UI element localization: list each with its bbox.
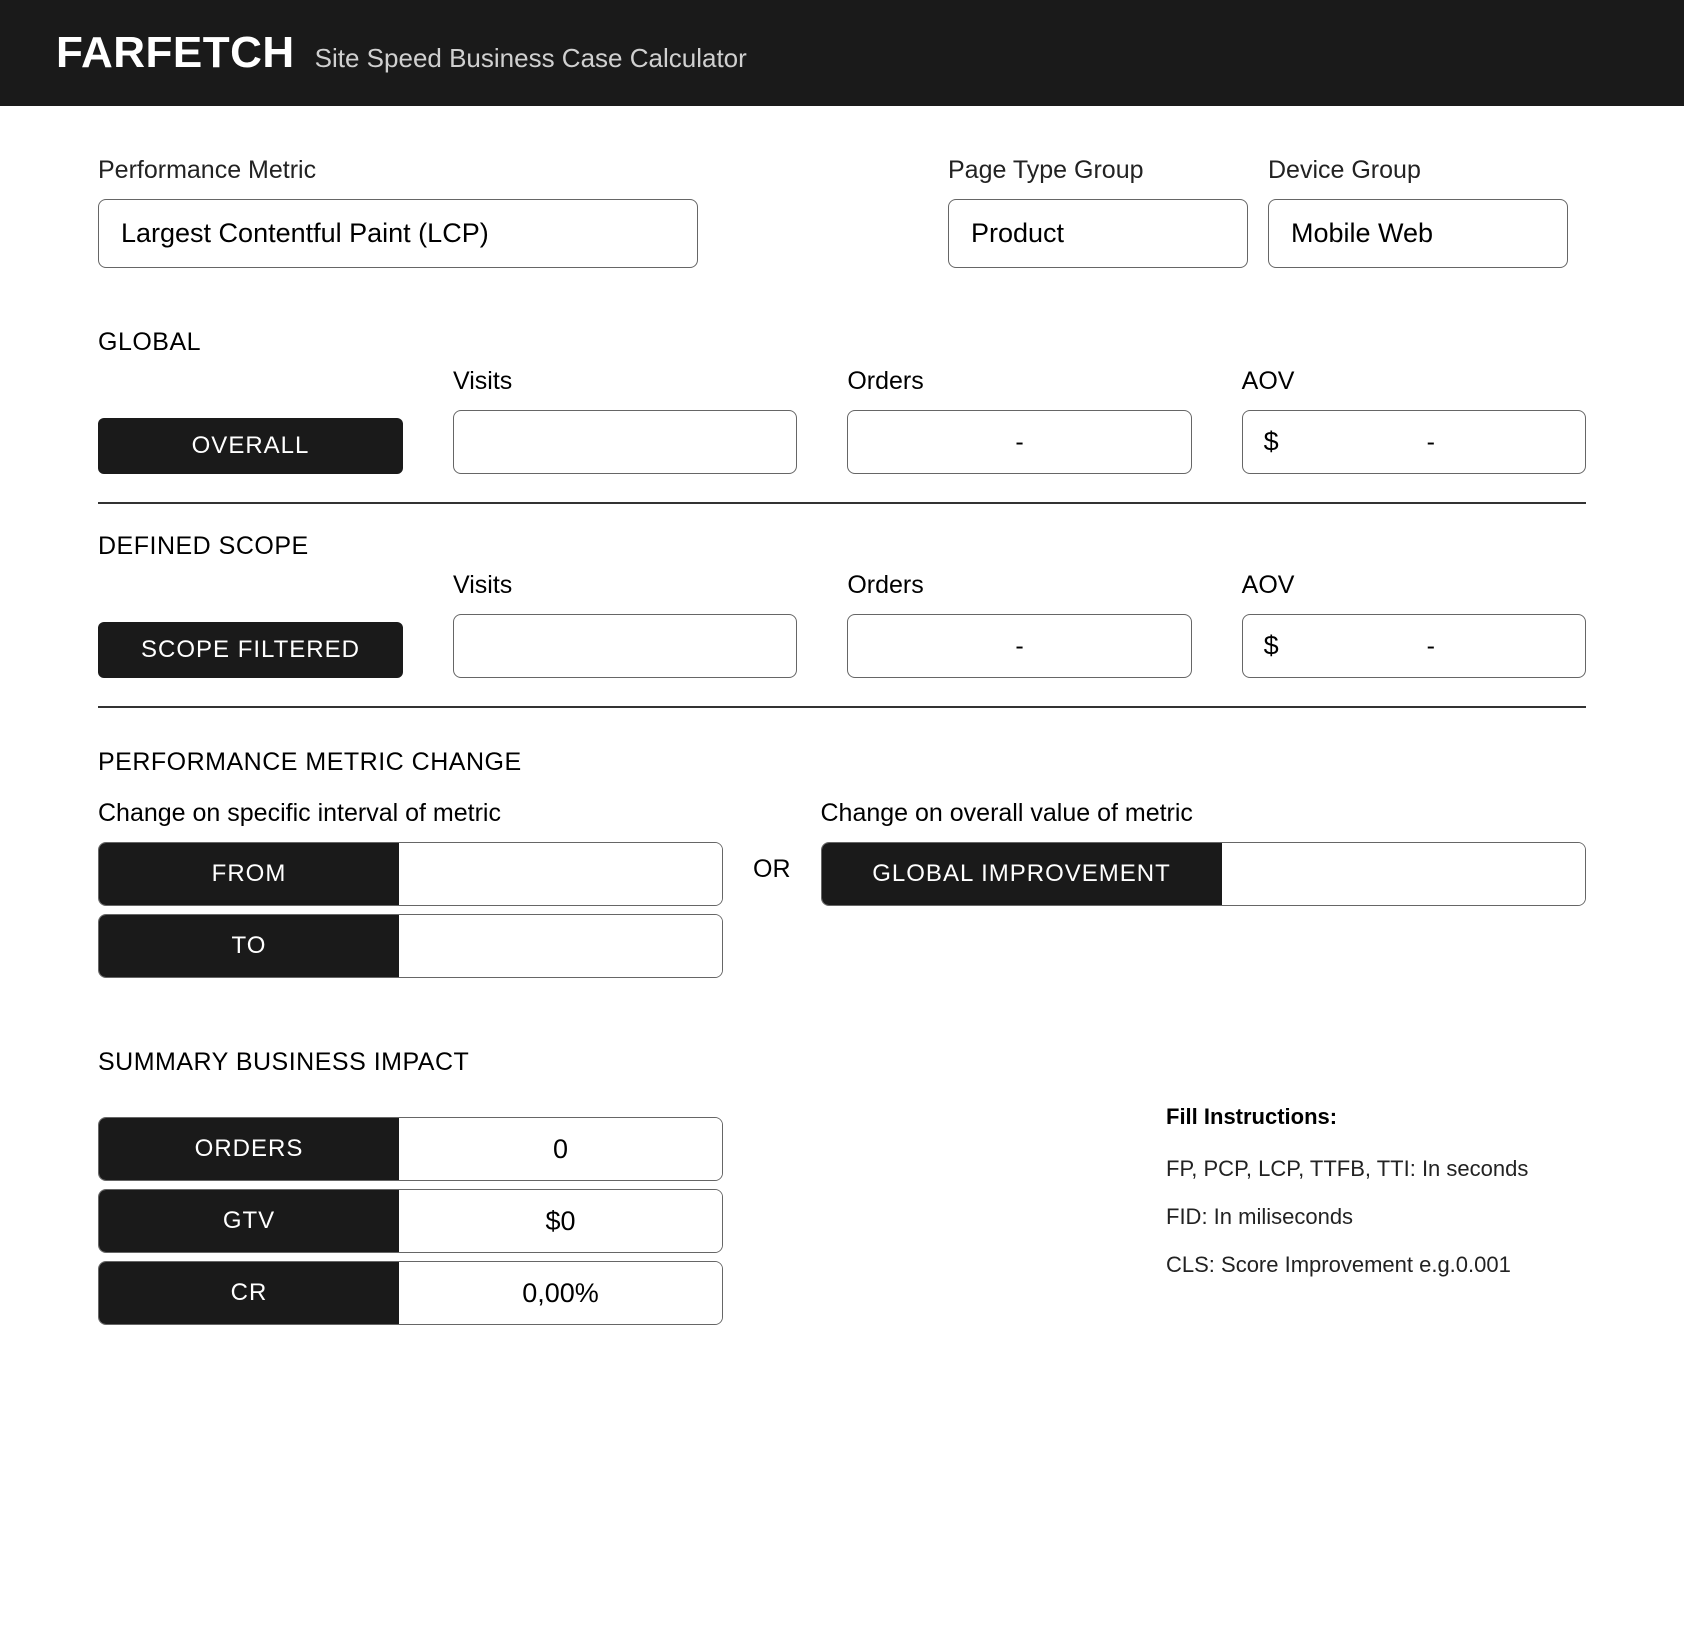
- from-field: FROM: [98, 842, 723, 906]
- summary-cr-value: 0,00%: [399, 1262, 722, 1324]
- scope-aov-input[interactable]: [1242, 614, 1586, 678]
- to-field: TO: [98, 914, 723, 978]
- global-improvement-label: GLOBAL IMPROVEMENT: [822, 843, 1222, 905]
- from-input[interactable]: [399, 843, 723, 905]
- page-title: Site Speed Business Case Calculator: [315, 43, 747, 74]
- summary-gtv-value: $0: [399, 1190, 722, 1252]
- fill-instructions: Fill Instructions: FP, PCP, LCP, TTFB, T…: [1166, 1048, 1586, 1325]
- global-visits-input[interactable]: [453, 410, 797, 474]
- interval-change-label: Change on specific interval of metric: [98, 799, 723, 828]
- to-label: TO: [99, 915, 399, 977]
- instruction-line: FP, PCP, LCP, TTFB, TTI: In seconds: [1166, 1156, 1586, 1182]
- logo: FARFETCH: [56, 28, 295, 78]
- to-input[interactable]: [399, 915, 723, 977]
- instruction-line: FID: In miliseconds: [1166, 1204, 1586, 1230]
- scope-aov-label: AOV: [1242, 571, 1586, 600]
- divider: [98, 502, 1586, 504]
- performance-metric-select[interactable]: [98, 199, 698, 268]
- global-aov-label: AOV: [1242, 367, 1586, 396]
- from-label: FROM: [99, 843, 399, 905]
- summary-orders-label: ORDERS: [99, 1118, 399, 1180]
- global-aov-input[interactable]: [1242, 410, 1586, 474]
- app-header: FARFETCH Site Speed Business Case Calcul…: [0, 0, 1684, 106]
- performance-change-heading: PERFORMANCE METRIC CHANGE: [98, 748, 1586, 777]
- summary-gtv-row: GTV $0: [98, 1189, 723, 1253]
- global-improvement-input[interactable]: [1222, 843, 1586, 905]
- global-orders-input[interactable]: [847, 410, 1191, 474]
- page-type-label: Page Type Group: [948, 156, 1248, 185]
- summary-gtv-label: GTV: [99, 1190, 399, 1252]
- instructions-title: Fill Instructions:: [1166, 1104, 1586, 1130]
- scope-heading: DEFINED SCOPE: [98, 532, 1586, 561]
- performance-change-section: PERFORMANCE METRIC CHANGE Change on spec…: [98, 748, 1586, 978]
- summary-orders-row: ORDERS 0: [98, 1117, 723, 1181]
- summary-cr-row: CR 0,00%: [98, 1261, 723, 1325]
- global-orders-label: Orders: [847, 367, 1191, 396]
- global-row: OVERALL Visits Orders AOV $: [98, 367, 1586, 502]
- scope-row: SCOPE FILTERED Visits Orders AOV $: [98, 571, 1586, 706]
- overall-badge: OVERALL: [98, 418, 403, 474]
- summary-section: SUMMARY BUSINESS IMPACT ORDERS 0 GTV $0 …: [98, 1048, 1586, 1325]
- summary-heading: SUMMARY BUSINESS IMPACT: [98, 1048, 723, 1077]
- scope-orders-label: Orders: [847, 571, 1191, 600]
- metric-label: Performance Metric: [98, 156, 698, 185]
- scope-visits-label: Visits: [453, 571, 797, 600]
- instruction-line: CLS: Score Improvement e.g.0.001: [1166, 1252, 1586, 1278]
- filters-row: Performance Metric Page Type Group Devic…: [98, 156, 1586, 268]
- summary-cr-label: CR: [99, 1262, 399, 1324]
- scope-orders-input[interactable]: [847, 614, 1191, 678]
- device-select[interactable]: [1268, 199, 1568, 268]
- or-separator: OR: [753, 799, 791, 884]
- overall-change-label: Change on overall value of metric: [821, 799, 1587, 828]
- global-heading: GLOBAL: [98, 328, 1586, 357]
- page-type-select[interactable]: [948, 199, 1248, 268]
- divider: [98, 706, 1586, 708]
- global-visits-label: Visits: [453, 367, 797, 396]
- device-label: Device Group: [1268, 156, 1568, 185]
- scope-filtered-badge: SCOPE FILTERED: [98, 622, 403, 678]
- global-improvement-field: GLOBAL IMPROVEMENT: [821, 842, 1587, 906]
- scope-visits-input[interactable]: [453, 614, 797, 678]
- summary-orders-value: 0: [399, 1118, 722, 1180]
